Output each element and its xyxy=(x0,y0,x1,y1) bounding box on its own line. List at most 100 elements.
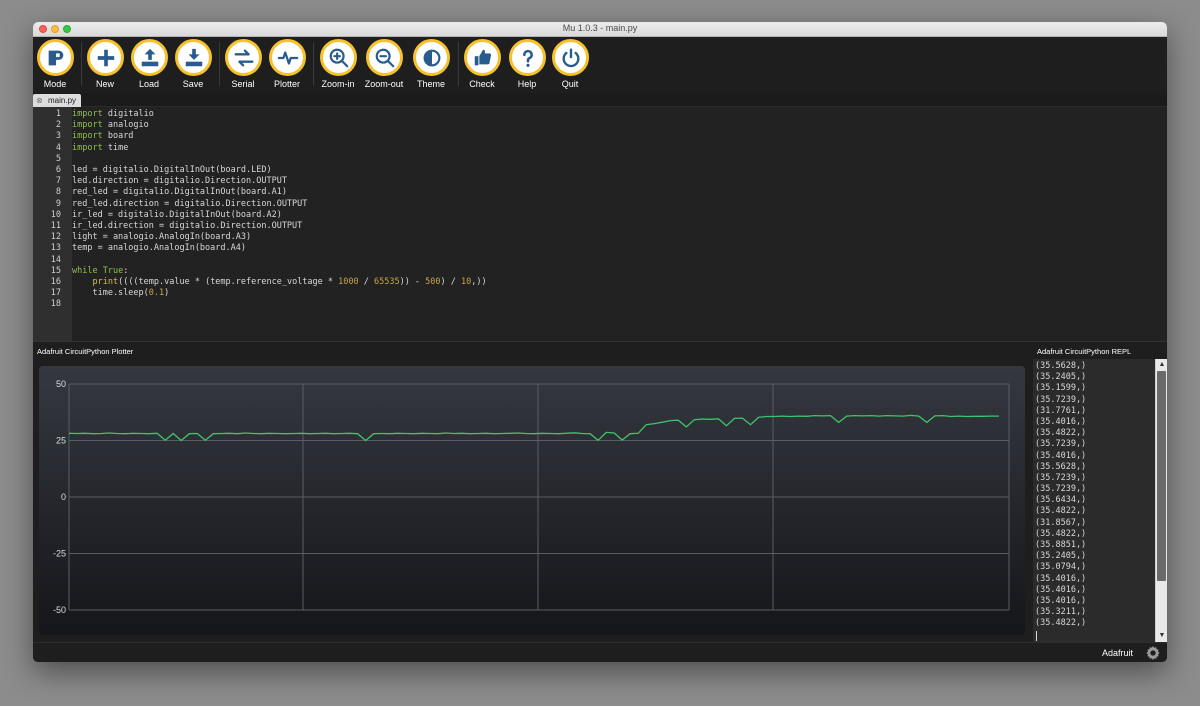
repl-line: (35.4822,) xyxy=(1035,528,1087,539)
line-number: 10 xyxy=(50,209,61,220)
scroll-thumb[interactable] xyxy=(1157,371,1166,581)
code-line[interactable]: while True: xyxy=(72,266,128,277)
repl-line: (35.4822,) xyxy=(1035,428,1087,439)
line-number: 9 xyxy=(55,198,61,209)
upload-icon xyxy=(141,48,158,66)
zoom-in-icon xyxy=(329,48,348,67)
code-line[interactable]: import time xyxy=(72,143,128,154)
help-button-circle xyxy=(509,39,546,76)
code-line[interactable]: red_led = digitalio.DigitalInOut(board.A… xyxy=(72,187,287,198)
code-line[interactable]: ir_led = digitalio.DigitalInOut(board.A2… xyxy=(72,210,282,221)
code-line[interactable]: import digitalio xyxy=(72,109,154,120)
window-title: Mu 1.0.3 - main.py xyxy=(562,23,638,33)
repl-line: (31.7761,) xyxy=(1035,405,1087,416)
tab-close-icon[interactable]: ⊗ xyxy=(36,95,43,106)
y-tick-label: 25 xyxy=(56,436,66,446)
code-line[interactable]: led = digitalio.DigitalInOut(board.LED) xyxy=(72,165,272,176)
new-button-circle xyxy=(87,39,124,76)
gear-icon[interactable] xyxy=(1145,645,1161,661)
plotter-pane-title: Adafruit CircuitPython Plotter xyxy=(37,347,134,356)
plus-icon xyxy=(97,49,114,66)
zoom-in-button[interactable]: Zoom-in xyxy=(318,37,362,93)
code-line[interactable]: temp = analogio.AnalogIn(board.A4) xyxy=(72,243,246,254)
mode-button-circle xyxy=(37,39,74,76)
repl-line: (35.2405,) xyxy=(1035,372,1087,383)
tab-main-py[interactable]: ⊗ main.py xyxy=(33,94,81,107)
serial-button-circle xyxy=(225,39,262,76)
repl-line: (35.7239,) xyxy=(1035,484,1087,495)
zoom-out-button-circle xyxy=(366,39,403,76)
repl-line: (35.6434,) xyxy=(1035,495,1087,506)
code-line[interactable]: light = analogio.AnalogIn(board.A3) xyxy=(72,232,251,243)
scroll-up-icon[interactable]: ▲ xyxy=(1156,359,1167,371)
line-number: 11 xyxy=(50,221,61,231)
plotter-button-circle xyxy=(269,39,306,76)
code-line[interactable]: import analogio xyxy=(72,120,149,131)
repl-line: (35.4016,) xyxy=(1035,416,1087,427)
repl-line: (35.7239,) xyxy=(1035,472,1087,483)
mu-editor-window: Mu 1.0.3 - main.py Mode New Load Save Se… xyxy=(33,22,1167,662)
repl-line: (35.5628,) xyxy=(1035,461,1087,472)
check-button[interactable]: Check xyxy=(462,37,506,93)
repl-line: (35.7239,) xyxy=(1035,439,1087,450)
repl-line: (35.4822,) xyxy=(1035,506,1087,517)
quit-button[interactable]: Quit xyxy=(550,37,594,93)
theme-button-label: Theme xyxy=(416,79,445,89)
zoom-out-button[interactable]: Zoom-out xyxy=(364,37,408,93)
repl-line: (35.1599,) xyxy=(1035,383,1087,394)
current-mode-label: Adafruit xyxy=(1101,648,1133,658)
line-number-gutter: 1 2 3 4 5 6 7 8 9 10 11 12 13 14 15 16 17 18 xyxy=(33,107,72,341)
plotter-button-label: Plotter xyxy=(273,79,300,89)
pulse-icon xyxy=(277,50,298,65)
zoom-in-button-label: Zoom-in xyxy=(321,79,355,89)
plotter-button[interactable]: Plotter xyxy=(267,37,311,93)
repl-output[interactable]: (35.5628,) (35.2405,) (35.1599,) (35.7239,)… xyxy=(1035,361,1153,640)
line-number: 5 xyxy=(55,153,61,164)
y-tick-label: -50 xyxy=(53,605,66,615)
repl-line: (35.8851,) xyxy=(1035,540,1087,550)
status-bar: Adafruit xyxy=(33,642,1167,662)
line-number: 12 xyxy=(50,232,61,243)
line-number: 4 xyxy=(55,142,61,153)
scroll-down-icon[interactable]: ▼ xyxy=(1156,630,1167,642)
repl-line: (35.4016,) xyxy=(1035,573,1087,584)
code-line[interactable]: led.direction = digitalio.Direction.OUTP… xyxy=(72,176,287,187)
save-button-label: Save xyxy=(182,79,204,89)
repl-cursor xyxy=(1036,631,1037,641)
zoom-in-button-circle xyxy=(320,39,357,76)
save-button[interactable]: Save xyxy=(173,37,217,93)
mode-button[interactable]: Mode xyxy=(35,37,79,93)
theme-button[interactable]: Theme xyxy=(411,37,455,93)
tab-label: main.py xyxy=(48,96,77,105)
repl-line: (35.4016,) xyxy=(1035,450,1087,461)
line-number: 8 xyxy=(55,187,61,198)
repl-line: (35.4822,) xyxy=(1035,618,1087,629)
code-line[interactable]: red_led.direction = digitalio.Direction.… xyxy=(72,199,307,210)
repl-line: (35.5628,) xyxy=(1035,361,1087,371)
line-number: 17 xyxy=(50,288,61,299)
theme-button-circle xyxy=(413,39,450,76)
download-icon xyxy=(185,48,202,66)
line-number: 3 xyxy=(55,131,61,142)
line-number: 7 xyxy=(55,176,61,187)
code-line[interactable]: ir_led.direction = digitalio.Direction.O… xyxy=(72,221,302,232)
line-number: 6 xyxy=(55,165,61,175)
quit-button-circle xyxy=(552,39,589,76)
zoom-out-icon xyxy=(375,48,394,67)
code-line[interactable]: print((((temp.value * (temp.reference_vo… xyxy=(72,277,486,288)
code-line[interactable]: import board xyxy=(72,131,133,142)
mode-button-label: Mode xyxy=(43,79,67,89)
line-number: 1 xyxy=(55,109,61,119)
title-bar: Mu 1.0.3 - main.py xyxy=(33,22,1167,37)
line-number: 14 xyxy=(50,254,61,265)
code-editor[interactable]: 1 2 3 4 5 6 7 8 9 10 11 12 13 14 15 16 17 18 import digit… xyxy=(33,107,1167,342)
half-circle-icon xyxy=(423,49,440,66)
check-button-circle xyxy=(464,39,501,76)
mode-icon xyxy=(48,50,63,65)
repl-scrollbar[interactable]: ▲ ▼ xyxy=(1155,359,1167,642)
swap-arrows-icon xyxy=(234,48,253,67)
repl-pane[interactable]: (35.5628,) (35.2405,) (35.1599,) (35.7239,)… xyxy=(1033,359,1167,642)
save-button-circle xyxy=(175,39,212,76)
power-icon xyxy=(561,48,580,67)
code-line[interactable]: time.sleep(0.1) xyxy=(72,288,169,299)
